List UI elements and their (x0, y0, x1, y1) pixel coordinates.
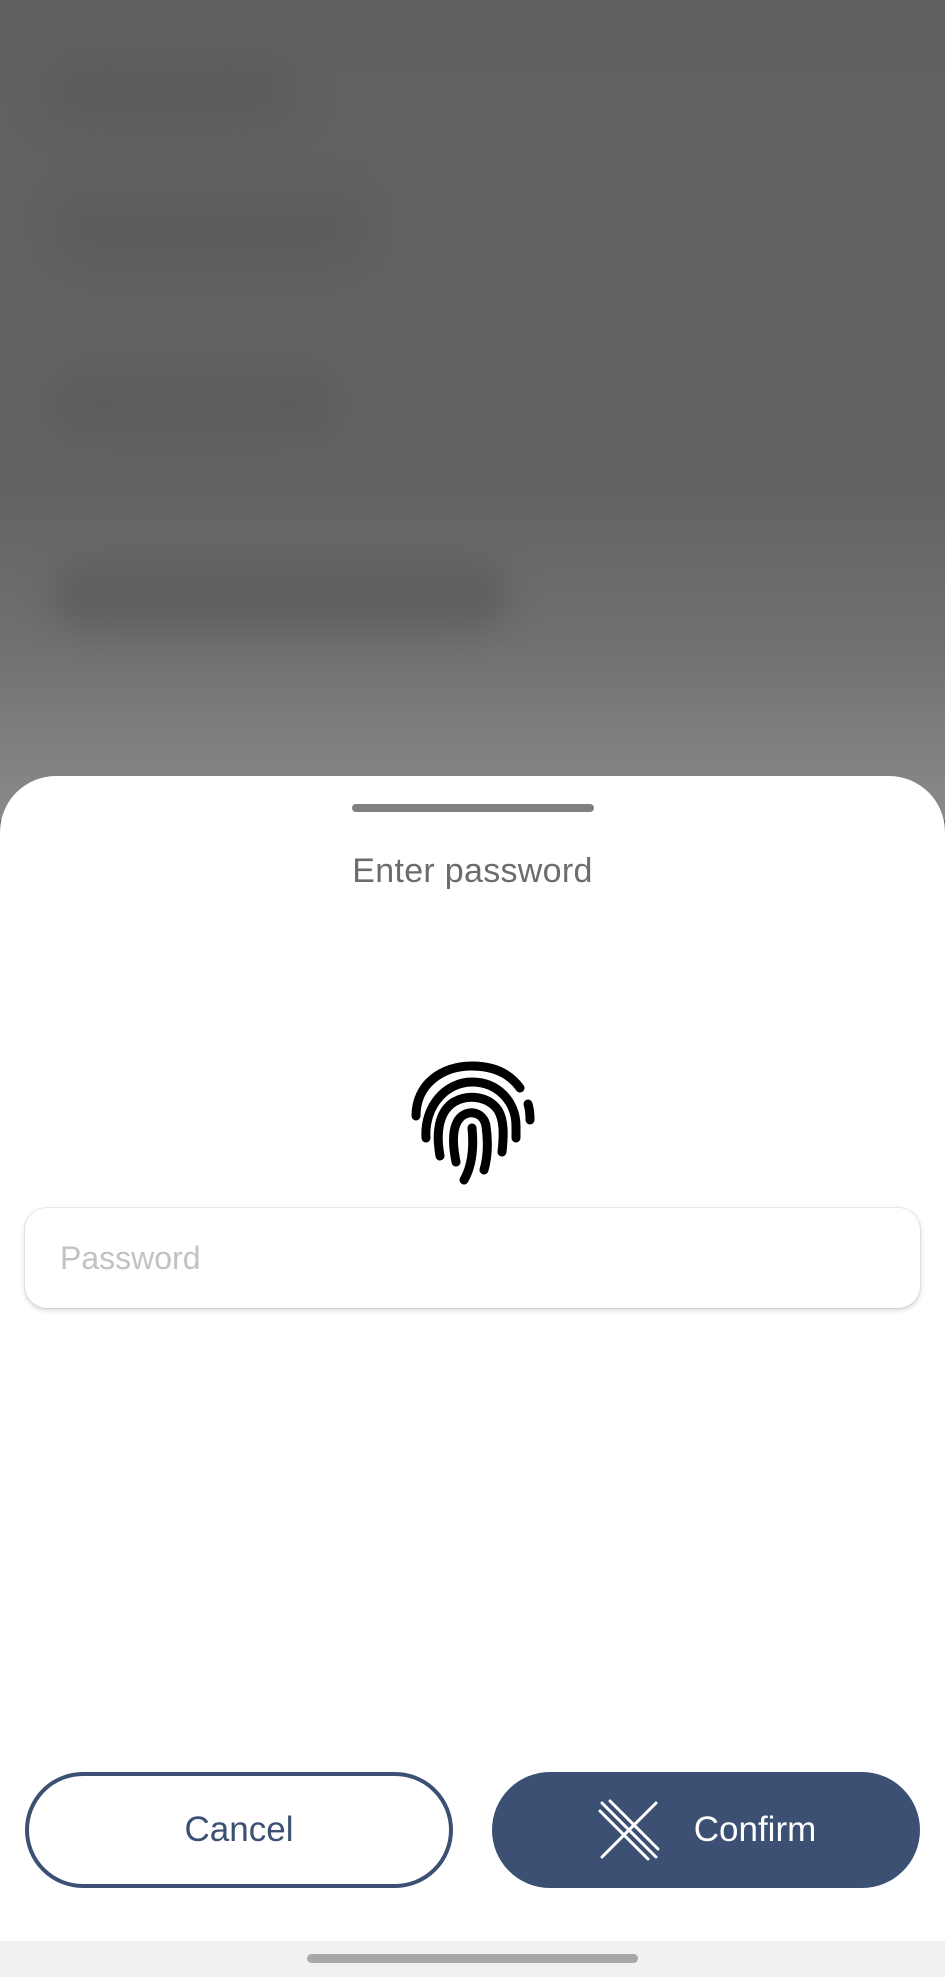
confirm-button[interactable]: Confirm (492, 1772, 920, 1888)
blurred-content-block (40, 50, 300, 130)
sheet-title: Enter password (352, 852, 593, 890)
cancel-button-label: Cancel (184, 1810, 294, 1849)
password-bottom-sheet: Enter password Cancel Confirm (0, 776, 945, 1977)
home-indicator[interactable] (307, 1954, 638, 1963)
fingerprint-icon[interactable] (402, 1056, 542, 1186)
blurred-content-block (50, 370, 340, 440)
system-navigation-bar (0, 1941, 945, 1977)
blurred-content-block (50, 560, 510, 630)
password-field[interactable] (25, 1208, 920, 1308)
sheet-drag-handle[interactable] (352, 804, 594, 812)
blurred-background (0, 0, 945, 820)
password-input[interactable] (25, 1208, 920, 1308)
confirm-button-label: Confirm (693, 1810, 817, 1849)
x-logo-icon (598, 1799, 660, 1861)
cancel-button[interactable]: Cancel (25, 1772, 453, 1888)
blurred-content-block (50, 190, 370, 270)
